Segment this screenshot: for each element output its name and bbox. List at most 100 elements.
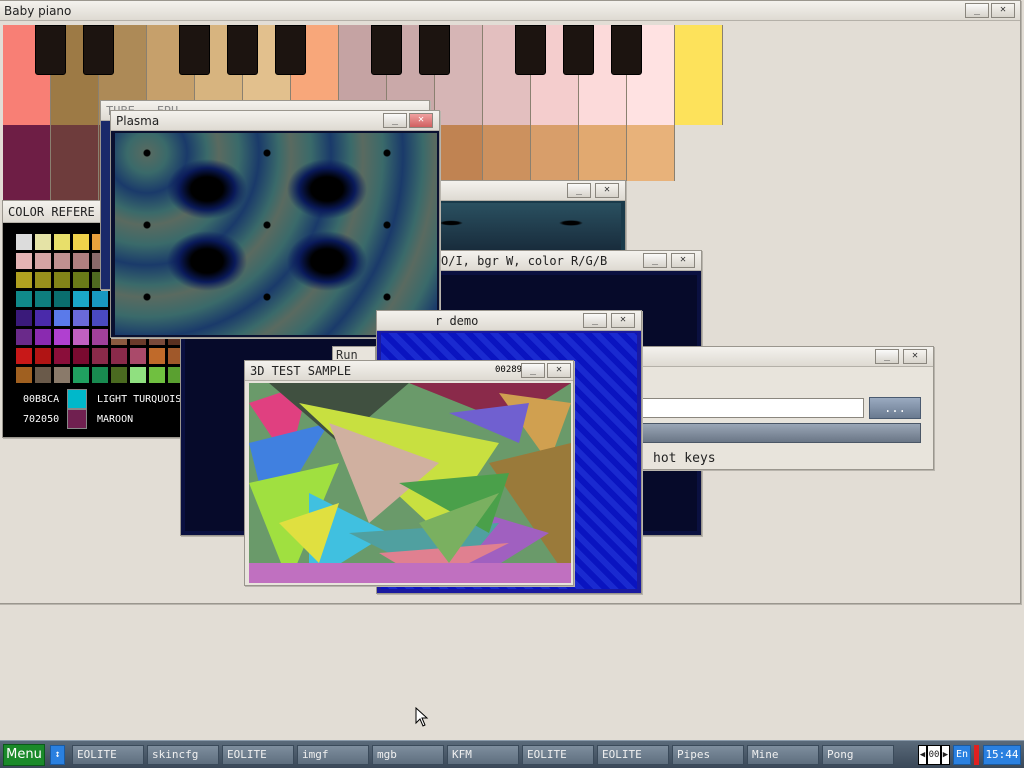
piano-black-key[interactable] — [419, 25, 450, 75]
color-swatch[interactable] — [91, 366, 109, 384]
color-swatch[interactable] — [15, 290, 33, 308]
minimize-button[interactable]: _ — [965, 3, 989, 18]
color-swatch[interactable] — [72, 233, 90, 251]
minimize-button[interactable]: _ — [383, 113, 407, 128]
taskbar-task-button[interactable]: Pipes — [672, 745, 744, 765]
close-button[interactable]: ✕ — [409, 113, 433, 128]
color-swatch[interactable] — [53, 309, 71, 327]
close-button[interactable]: ✕ — [611, 313, 635, 328]
taskbar-task-button[interactable]: Pong — [822, 745, 894, 765]
piano-black-key[interactable] — [563, 25, 594, 75]
piano-lower-key[interactable] — [483, 125, 531, 181]
color-swatch[interactable] — [34, 252, 52, 270]
minimize-button[interactable]: _ — [583, 313, 607, 328]
language-indicator[interactable]: En — [953, 745, 971, 765]
color-swatch[interactable] — [15, 328, 33, 346]
color-swatch[interactable] — [15, 366, 33, 384]
color-swatch[interactable] — [91, 309, 109, 327]
color-swatch[interactable] — [15, 271, 33, 289]
minimize-button[interactable]: _ — [643, 253, 667, 268]
color-swatch[interactable] — [53, 233, 71, 251]
color-swatch[interactable] — [110, 347, 128, 365]
close-button[interactable]: ✕ — [671, 253, 695, 268]
taskbar-task-button[interactable]: Mine — [747, 745, 819, 765]
color-swatch[interactable] — [34, 271, 52, 289]
baby-piano-titlebar[interactable]: Baby piano _ ✕ — [0, 1, 1020, 21]
color-swatch[interactable] — [15, 347, 33, 365]
piano-lower-key[interactable] — [435, 125, 483, 181]
piano-black-key[interactable] — [179, 25, 210, 75]
color-swatch[interactable] — [129, 366, 147, 384]
color-swatch[interactable] — [34, 233, 52, 251]
piano-black-key[interactable] — [227, 25, 258, 75]
color-swatch[interactable] — [110, 366, 128, 384]
minimize-button[interactable]: _ — [521, 363, 545, 378]
taskbar-task-button[interactable]: mgb — [372, 745, 444, 765]
color-swatch[interactable] — [148, 347, 166, 365]
color-swatch[interactable] — [53, 328, 71, 346]
plasma-titlebar[interactable]: Plasma _ ✕ — [111, 111, 439, 131]
taskbar-task-button[interactable]: imgf — [297, 745, 369, 765]
taskbar-task-button[interactable]: EOLITE — [522, 745, 594, 765]
color-swatch[interactable] — [53, 347, 71, 365]
piano-black-key[interactable] — [611, 25, 642, 75]
color-swatch[interactable] — [53, 290, 71, 308]
color-swatch[interactable] — [91, 328, 109, 346]
taskbar-task-button[interactable]: EOLITE — [72, 745, 144, 765]
color-swatch[interactable] — [72, 328, 90, 346]
color-swatch[interactable] — [34, 290, 52, 308]
taskbar-task-button[interactable]: EOLITE — [222, 745, 294, 765]
color-swatch[interactable] — [72, 309, 90, 327]
action-bar[interactable] — [637, 423, 921, 443]
color-swatch[interactable] — [34, 328, 52, 346]
color-swatch[interactable] — [72, 252, 90, 270]
color-swatch[interactable] — [72, 290, 90, 308]
close-button[interactable]: ✕ — [991, 3, 1015, 18]
browse-button[interactable]: ... — [869, 397, 921, 419]
close-button[interactable]: ✕ — [903, 349, 927, 364]
color-swatch[interactable] — [129, 347, 147, 365]
piano-black-key[interactable] — [35, 25, 66, 75]
piano-white-key[interactable] — [675, 25, 723, 125]
piano-lower-key[interactable] — [3, 125, 51, 201]
color-swatch[interactable] — [53, 366, 71, 384]
taskbar-task-button[interactable]: EOLITE — [597, 745, 669, 765]
color-swatch[interactable] — [15, 309, 33, 327]
piano-lower-key[interactable] — [579, 125, 627, 181]
piano-lower-key[interactable] — [51, 125, 99, 201]
color-swatch[interactable] — [72, 366, 90, 384]
demo-titlebar[interactable]: r demo _ ✕ — [377, 311, 641, 331]
3d-test-titlebar[interactable]: 3D TEST SAMPLE 00289 _ ✕ — [245, 361, 573, 381]
color-swatch[interactable] — [91, 347, 109, 365]
piano-lower-key[interactable] — [627, 125, 675, 181]
clock[interactable]: 15:44 — [983, 745, 1021, 765]
minimize-button[interactable]: _ — [875, 349, 899, 364]
piano-black-key[interactable] — [83, 25, 114, 75]
piano-black-key[interactable] — [275, 25, 306, 75]
color-swatch[interactable] — [34, 366, 52, 384]
piano-black-key[interactable] — [371, 25, 402, 75]
taskbar-task-button[interactable]: skincfg — [147, 745, 219, 765]
close-button[interactable]: ✕ — [595, 183, 619, 198]
close-button[interactable]: ✕ — [547, 363, 571, 378]
color-swatch[interactable] — [34, 309, 52, 327]
menu-button[interactable]: Menu — [3, 744, 45, 766]
taskbar-task-button[interactable]: KFM — [447, 745, 519, 765]
color-swatch[interactable] — [91, 290, 109, 308]
color-swatch[interactable] — [148, 366, 166, 384]
settings-dialog-titlebar[interactable]: _ ✕ — [637, 347, 933, 367]
color-swatch[interactable] — [72, 347, 90, 365]
minimize-button[interactable]: _ — [567, 183, 591, 198]
path-input[interactable] — [637, 398, 864, 418]
color-swatch[interactable] — [53, 252, 71, 270]
color-swatch[interactable] — [53, 271, 71, 289]
color-swatch[interactable] — [72, 271, 90, 289]
color-swatch[interactable] — [15, 233, 33, 251]
color-swatch[interactable] — [34, 347, 52, 365]
switch-icon[interactable]: ↕ — [50, 745, 65, 765]
color-swatch[interactable] — [15, 252, 33, 270]
piano-black-key[interactable] — [515, 25, 546, 75]
prev-desktop-icon[interactable]: ◀ — [918, 745, 927, 765]
piano-lower-key[interactable] — [531, 125, 579, 181]
background-window-titlebar[interactable]: _ ✕ — [421, 181, 625, 201]
